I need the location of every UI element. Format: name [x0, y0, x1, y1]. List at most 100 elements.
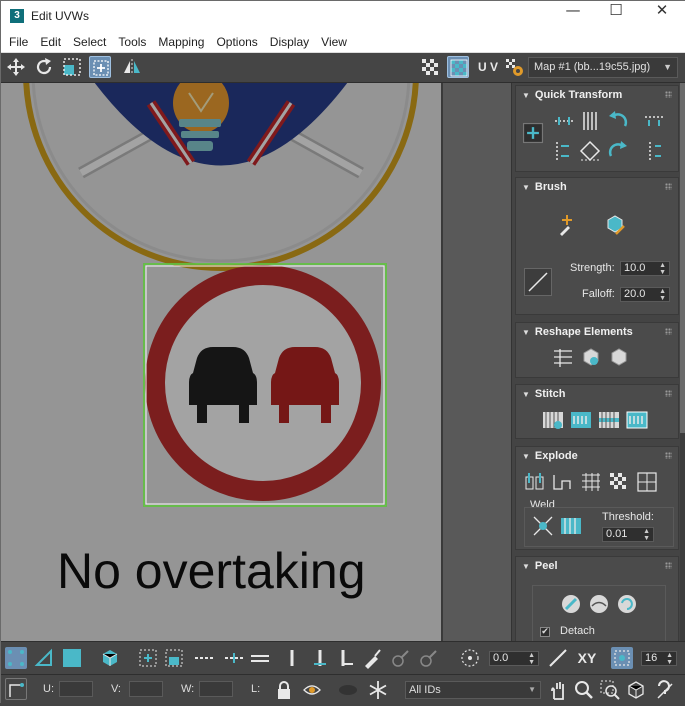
u-field[interactable]	[59, 681, 93, 697]
menu-tools[interactable]: Tools	[112, 31, 152, 53]
weld-target-icon[interactable]	[558, 513, 584, 539]
flatten-icon[interactable]	[578, 469, 604, 495]
paint-shrink-icon[interactable]	[417, 647, 439, 669]
falloff-spinner[interactable]: 20.0 ▲ ▼	[620, 287, 670, 302]
menu-edit[interactable]: Edit	[34, 31, 67, 53]
angle-snap-icon[interactable]	[459, 647, 481, 669]
freeform-icon[interactable]	[89, 56, 111, 78]
panel-scrollbar[interactable]	[680, 83, 685, 641]
ring-selection-icon[interactable]	[193, 647, 215, 669]
stitch-average-icon[interactable]	[596, 407, 622, 433]
menu-select[interactable]: Select	[67, 31, 112, 53]
weld-selected-icon[interactable]	[530, 513, 556, 539]
stitch-to-source-icon[interactable]	[624, 407, 650, 433]
maximize-button[interactable]: ☐	[593, 1, 639, 31]
weld-all-icon[interactable]	[634, 469, 660, 495]
quick-peel-icon[interactable]	[558, 591, 584, 617]
grow-selection-icon[interactable]	[137, 647, 159, 669]
face-mode-icon[interactable]	[61, 647, 83, 669]
set-pivot-icon[interactable]	[520, 120, 544, 144]
brush-header[interactable]: ▼ Brush	[516, 178, 678, 196]
flatten-settings-icon[interactable]	[606, 469, 632, 495]
zoom-extents-icon[interactable]	[625, 679, 647, 701]
angle-spinner[interactable]: 0.0 ▲ ▼	[489, 651, 539, 666]
relax-icon[interactable]	[578, 345, 604, 371]
v-field[interactable]	[129, 681, 163, 697]
texture-settings-icon[interactable]	[503, 56, 525, 78]
paint-select-icon[interactable]	[361, 647, 383, 669]
transform-mode-icon[interactable]	[5, 678, 27, 700]
reset-peel-icon[interactable]	[614, 591, 640, 617]
xy-axis-toggle[interactable]: XY	[573, 647, 601, 669]
zoom-region-icon[interactable]	[599, 679, 621, 701]
loop-shrink-icon[interactable]	[335, 647, 357, 669]
minimize-button[interactable]: —	[550, 1, 596, 31]
menu-options[interactable]: Options	[210, 31, 263, 53]
ring-grow-icon[interactable]	[223, 647, 245, 669]
space-vertical-icon[interactable]	[641, 138, 667, 164]
pixel-snap-icon[interactable]	[611, 647, 633, 669]
close-button[interactable]: ✕	[639, 1, 685, 31]
peel-header[interactable]: ▼ Peel	[516, 557, 678, 575]
straighten-icon[interactable]	[577, 138, 603, 164]
vertex-mode-icon[interactable]	[5, 647, 27, 669]
brush-falloff-curve[interactable]	[524, 268, 552, 296]
uv-toggle[interactable]: U V	[475, 56, 501, 78]
scrollbar-thumb[interactable]	[680, 83, 685, 433]
loop-selection-icon[interactable]	[281, 647, 303, 669]
quick-transform-header[interactable]: ▼ Quick Transform	[516, 86, 678, 104]
scale-icon[interactable]	[61, 56, 83, 78]
reshape-header[interactable]: ▼ Reshape Elements	[516, 323, 678, 341]
mirror-icon[interactable]	[121, 56, 143, 78]
detach-checkbox[interactable]: ✔	[540, 627, 550, 637]
checker-teal-icon[interactable]	[447, 56, 469, 78]
break-icon[interactable]	[522, 469, 548, 495]
stitch-custom-icon[interactable]	[540, 407, 566, 433]
line-tool-icon[interactable]	[547, 647, 569, 669]
map-select-dropdown[interactable]: Map #1 (bb...19c55.jpg) ▼	[528, 57, 678, 78]
stitch-header[interactable]: ▼ Stitch	[516, 385, 678, 403]
detach-edge-icon[interactable]	[550, 469, 576, 495]
paint-move-icon[interactable]	[554, 212, 580, 238]
explode-header[interactable]: ▼ Explode	[516, 447, 678, 465]
freeze-icon[interactable]	[367, 679, 389, 701]
shrink-selection-icon[interactable]	[163, 647, 185, 669]
align-horizontal-icon[interactable]	[551, 108, 577, 134]
stitch-to-target-icon[interactable]	[568, 407, 594, 433]
ring-shrink-icon[interactable]	[249, 647, 271, 669]
relax-brush-icon[interactable]	[602, 212, 628, 238]
move-icon[interactable]	[5, 56, 27, 78]
pixel-spinner[interactable]: 16 ▲ ▼	[641, 651, 677, 666]
paint-grow-icon[interactable]	[389, 647, 411, 669]
loop-grow-icon[interactable]	[309, 647, 331, 669]
menu-file[interactable]: File	[1, 31, 34, 53]
space-horizontal-icon[interactable]	[641, 108, 667, 134]
zoom-icon[interactable]	[573, 679, 595, 701]
rotate-icon[interactable]	[33, 56, 55, 78]
lock-icon[interactable]	[273, 679, 295, 701]
help-icon[interactable]	[653, 679, 675, 701]
menu-mapping[interactable]: Mapping	[152, 31, 210, 53]
uv-editor-viewport[interactable]: No overtaking	[1, 83, 441, 641]
unhide-icon[interactable]	[337, 679, 359, 701]
hide-icon[interactable]	[301, 679, 323, 701]
strength-spinner[interactable]: 10.0 ▲ ▼	[620, 261, 670, 276]
edge-mode-icon[interactable]	[33, 647, 55, 669]
pan-icon[interactable]	[547, 679, 569, 701]
element-mode-icon[interactable]	[99, 647, 121, 669]
rotate-cw-icon[interactable]	[605, 138, 631, 164]
threshold-spinner[interactable]: 0.01 ▲ ▼	[602, 527, 654, 542]
checker-icon[interactable]	[419, 56, 441, 78]
window-title: Edit UVWs	[31, 9, 90, 23]
material-id-dropdown[interactable]: All IDs ▼	[405, 681, 541, 699]
relax-settings-icon[interactable]	[606, 345, 632, 371]
menu-view[interactable]: View	[315, 31, 353, 53]
straighten-selection-icon[interactable]	[550, 345, 576, 371]
rotate-ccw-icon[interactable]	[605, 108, 631, 134]
reshape-elements-rollout: ▼ Reshape Elements	[515, 322, 679, 378]
align-vertical-icon[interactable]	[577, 108, 603, 134]
menu-display[interactable]: Display	[264, 31, 315, 53]
align-column-icon[interactable]	[551, 138, 577, 164]
w-field[interactable]	[199, 681, 233, 697]
peel-mode-icon[interactable]	[586, 591, 612, 617]
